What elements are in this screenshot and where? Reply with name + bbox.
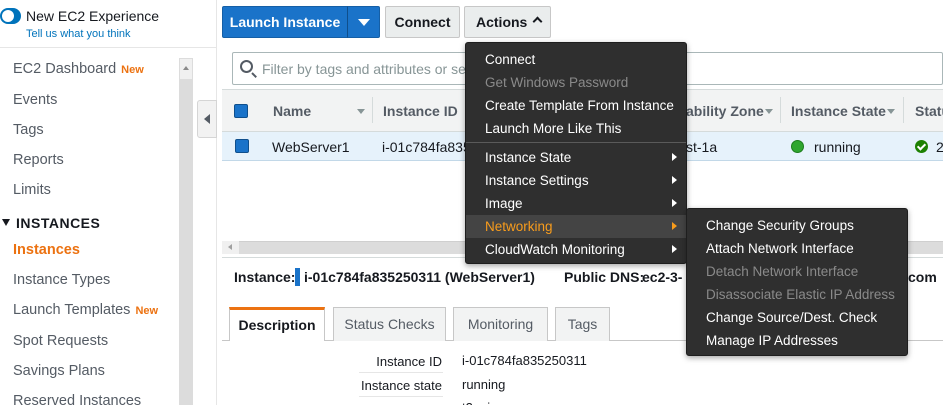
menu-item-launch-more-like-this[interactable]: Launch More Like This (466, 117, 686, 140)
active-tab-gap (230, 340, 324, 341)
menu-item-get-windows-password: Get Windows Password (485, 75, 629, 90)
cell-name: WebServer1 (272, 139, 350, 155)
column-header-instance-state[interactable]: Instance State (791, 103, 886, 119)
sidebar-item-savings-plans[interactable]: Savings Plans (13, 363, 105, 379)
tab-monitoring[interactable]: Monitoring (453, 307, 548, 341)
menu-item-label: CloudWatch Monitoring (485, 242, 625, 257)
menu-item-disassociate-elastic-ip: Disassociate Elastic IP Address (706, 287, 895, 302)
sidebar-scrollbar[interactable] (179, 58, 193, 405)
check-circle-icon (915, 140, 928, 153)
sidebar-item-launch-templates[interactable]: Launch Templates New (13, 302, 158, 318)
column-divider (780, 97, 781, 123)
field-value-instance-state: running (462, 377, 506, 392)
tab-tags[interactable]: Tags (555, 307, 610, 341)
sidebar-item-instances[interactable]: Instances (13, 242, 80, 258)
sidebar-item-instance-types[interactable]: Instance Types (13, 272, 110, 288)
launch-dropdown-chevron-icon[interactable] (347, 6, 380, 38)
sidebar-section-instances[interactable]: INSTANCES (0, 215, 100, 231)
field-label-instance-id: Instance ID (376, 354, 442, 369)
cell-availability-zone: st-1a (686, 139, 718, 155)
sidebar-divider (0, 47, 217, 48)
collapse-sidebar-button[interactable] (197, 100, 217, 138)
tell-us-link[interactable]: Tell us what you think (26, 28, 131, 40)
launch-instance-button[interactable]: Launch Instance (222, 6, 348, 38)
sidebar-item-limits[interactable]: Limits (13, 182, 51, 198)
sidebar-item-events[interactable]: Events (13, 92, 57, 108)
column-divider (903, 97, 904, 123)
menu-item-detach-network-interface: Detach Network Interface (706, 264, 859, 279)
sort-icon[interactable] (765, 109, 773, 114)
chevron-right-icon (672, 176, 677, 184)
row-checkbox[interactable] (235, 139, 249, 153)
cell-instance-state: running (814, 139, 861, 155)
field-value-instance-id: i-01c784fa835250311 (462, 353, 587, 368)
menu-item-label: Instance State (485, 150, 572, 165)
public-dns-value: ec2-3- (642, 269, 683, 285)
running-status-icon (791, 140, 804, 153)
connect-button[interactable]: Connect (385, 6, 460, 38)
menu-item-instance-settings[interactable]: Instance Settings (466, 169, 686, 192)
actions-button-label: Actions (476, 14, 528, 30)
menu-item-instance-state[interactable]: Instance State (466, 146, 686, 169)
chevron-right-icon (672, 222, 677, 230)
networking-submenu: Change Security Groups Attach Network In… (686, 208, 908, 356)
new-experience-label: New EC2 Experience (26, 8, 160, 24)
field-value-instance-type: t2.micro (462, 400, 542, 405)
menu-item-change-source-dest-check[interactable]: Change Source/Dest. Check (687, 306, 907, 329)
menu-item-networking[interactable]: Networking (466, 215, 686, 238)
field-label-instance-state: Instance state (361, 378, 442, 393)
filter-placeholder: Filter by tags and attributes or search … (262, 61, 468, 77)
field-divider (359, 372, 443, 373)
sidebar-item-label: EC2 Dashboard (13, 61, 117, 77)
chevron-down-icon (2, 219, 10, 226)
instance-label: Instance: (234, 269, 296, 285)
tab-status-checks[interactable]: Status Checks (333, 307, 446, 341)
menu-item-label: Image (485, 196, 523, 211)
new-badge: New (121, 64, 144, 76)
sidebar-item-reports[interactable]: Reports (13, 152, 64, 168)
column-header-availability-zone[interactable]: ability Zone (686, 103, 764, 119)
menu-divider (466, 142, 686, 143)
public-dns-label: Public DNS: (564, 269, 645, 285)
menu-item-create-template[interactable]: Create Template From Instance (466, 94, 686, 117)
sidebar-item-tags[interactable]: Tags (13, 122, 44, 138)
menu-item-connect[interactable]: Connect (466, 48, 686, 71)
cell-instance-id: i-01c784fa835 (382, 139, 471, 155)
menu-item-label: Networking (485, 219, 553, 234)
instance-value: i-01c784fa835250311 (WebServer1) (304, 269, 535, 285)
menu-item-image[interactable]: Image (466, 192, 686, 215)
column-divider (372, 97, 373, 123)
column-header-name[interactable]: Name (273, 103, 311, 119)
scroll-left-arrow-icon[interactable] (222, 241, 239, 254)
instance-marker (295, 268, 300, 286)
sort-icon[interactable] (357, 109, 365, 114)
sidebar-item-ec2-dashboard[interactable]: EC2 Dashboard New (13, 61, 144, 77)
sidebar-item-spot-requests[interactable]: Spot Requests (13, 333, 108, 349)
public-dns-value-end: com (908, 269, 937, 285)
menu-item-manage-ip-addresses[interactable]: Manage IP Addresses (687, 329, 907, 352)
chevron-right-icon (672, 245, 677, 253)
sidebar-section-label: INSTANCES (16, 215, 101, 231)
menu-item-attach-network-interface[interactable]: Attach Network Interface (687, 237, 907, 260)
menu-item-change-security-groups[interactable]: Change Security Groups (687, 214, 907, 237)
menu-item-cloudwatch-monitoring[interactable]: CloudWatch Monitoring (466, 238, 686, 261)
chevron-right-icon (672, 153, 677, 161)
menu-item-label: Instance Settings (485, 173, 589, 188)
cell-status-checks: 2 (936, 139, 943, 155)
new-experience-toggle[interactable] (0, 8, 21, 24)
column-header-status-checks[interactable]: Statu (915, 103, 943, 119)
sort-icon[interactable] (887, 109, 895, 114)
sidebar-item-label: Launch Templates (13, 302, 131, 318)
sidebar-item-reserved-instances[interactable]: Reserved Instances (13, 393, 141, 409)
scroll-up-arrow-icon[interactable] (179, 58, 193, 80)
column-header-instance-id[interactable]: Instance ID (383, 103, 458, 119)
chevron-right-icon (672, 199, 677, 207)
tab-description[interactable]: Description (229, 307, 325, 341)
select-all-checkbox[interactable] (234, 104, 248, 118)
search-icon (240, 60, 253, 73)
new-badge: New (135, 305, 159, 317)
actions-menu: Connect Get Windows Password Create Temp… (465, 42, 687, 264)
field-divider (359, 396, 443, 397)
